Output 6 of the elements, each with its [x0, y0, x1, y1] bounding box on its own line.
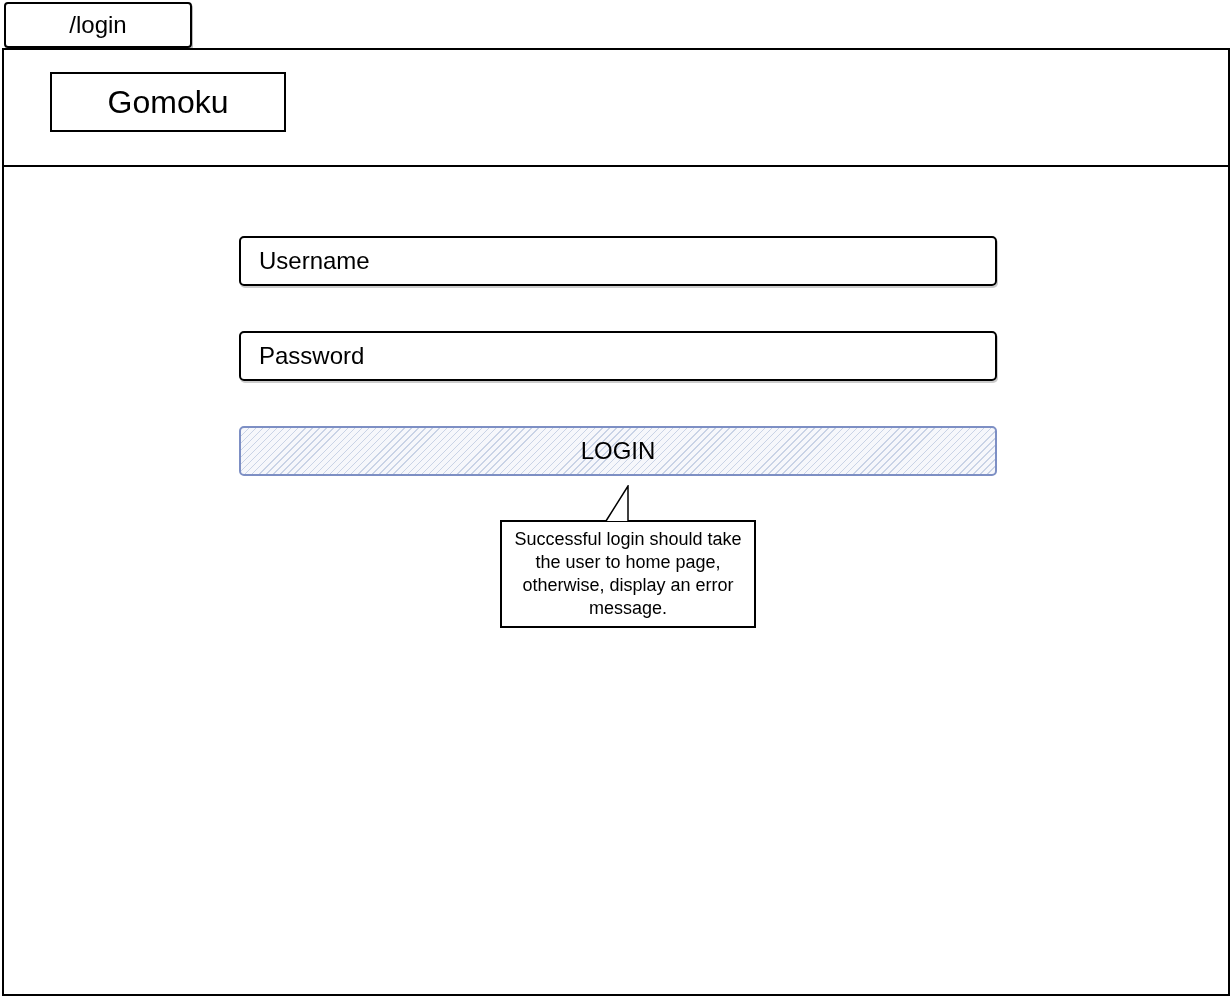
login-button[interactable]: LOGIN: [239, 426, 997, 476]
callout-text: Successful login should take the user to home page, otherwise, display an error message.: [513, 528, 743, 620]
logo: Gomoku: [50, 72, 286, 132]
input-field[interactable]: Username: [239, 236, 997, 286]
input-field[interactable]: Password: [239, 331, 997, 381]
page-tab[interactable]: /login: [4, 2, 192, 48]
